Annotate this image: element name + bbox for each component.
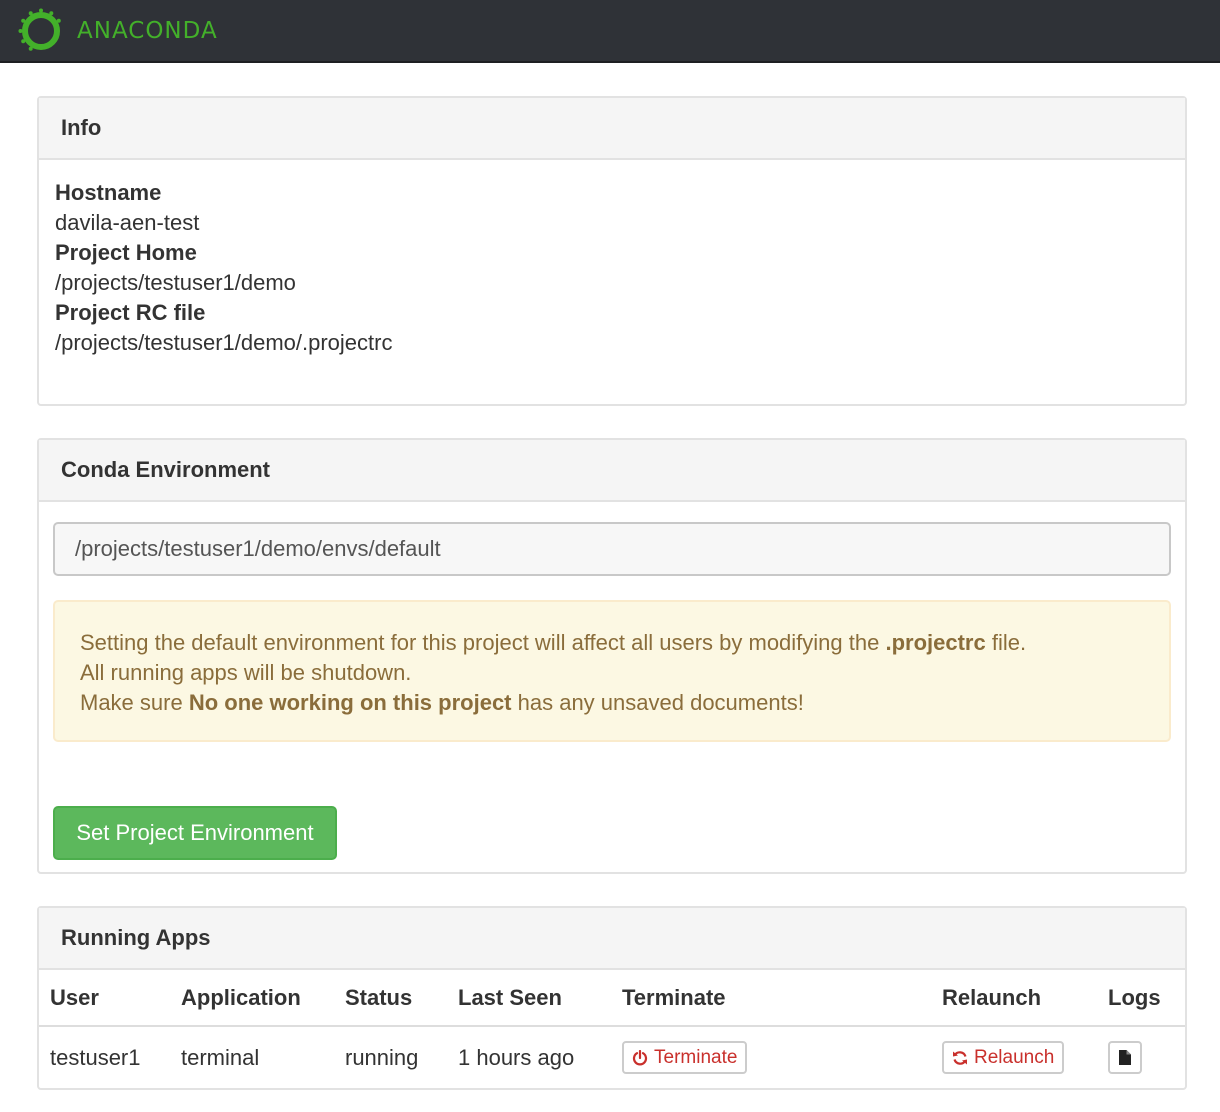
project-home-label: Project Home [55,240,197,265]
column-header-relaunch: Relaunch [931,970,1097,1027]
terminate-button[interactable]: Terminate [622,1041,748,1074]
project-rc-label: Project RC file [55,300,206,325]
anaconda-ring-icon [18,8,61,51]
cell-logs [1097,1026,1185,1088]
conda-environment-panel: Conda Environment Setting the default en… [37,438,1187,874]
cell-application: terminal [181,1044,260,1070]
alert-line-1: Setting the default environment for this… [80,630,1027,655]
brand-name: ANACONDA [77,18,218,44]
running-apps-panel: Running Apps User Application Status Las… [37,906,1187,1090]
cell-last-seen: 1 hours ago [458,1044,575,1070]
running-apps-title: Running Apps [39,908,1185,970]
running-apps-table: User Application Status Last Seen Termin… [39,970,1185,1088]
relaunch-button[interactable]: Relaunch [942,1041,1065,1074]
column-header-logs: Logs [1097,970,1185,1027]
info-panel-title: Info [39,98,1185,160]
terminate-button-label: Terminate [654,1046,738,1068]
project-rc-value: /projects/testuser1/demo/.projectrc [55,330,393,355]
refresh-icon [953,1050,967,1065]
cell-terminate: Terminate [611,1026,931,1088]
alert-line-3: Make sure No one working on this project… [80,690,804,715]
column-header-application: Application [170,970,334,1027]
relaunch-button-label: Relaunch [974,1046,1055,1068]
file-icon [1119,1050,1131,1065]
hostname-value: davila-aen-test [55,210,200,235]
brand-logo[interactable]: ANACONDA [18,7,218,55]
environment-path-input[interactable] [53,522,1171,576]
warning-alert: Setting the default environment for this… [53,600,1171,742]
column-header-terminate: Terminate [611,970,931,1027]
info-panel: Info Hostname davila-aen-test Project Ho… [37,96,1187,406]
column-header-last-seen: Last Seen [447,970,611,1027]
info-body: Hostname davila-aen-test Project Home /p… [39,160,1185,376]
alert-line-2: All running apps will be shutdown. [80,660,412,685]
cell-user: testuser1 [50,1044,141,1070]
column-header-user: User [39,970,170,1027]
cell-status: running [345,1044,419,1070]
hostname-label: Hostname [55,180,162,205]
cell-relaunch: Relaunch [931,1026,1097,1088]
top-navbar: ANACONDA [0,0,1220,63]
project-home-value: /projects/testuser1/demo [55,270,296,295]
logs-button[interactable] [1108,1041,1142,1074]
conda-panel-title: Conda Environment [39,440,1185,502]
column-header-status: Status [334,970,447,1027]
table-row: testuser1 terminal running 1 hours ago T… [39,1026,1185,1088]
table-header-row: User Application Status Last Seen Termin… [39,970,1185,1027]
set-project-environment-button[interactable]: Set Project Environment [53,806,337,860]
power-icon [632,1049,648,1065]
